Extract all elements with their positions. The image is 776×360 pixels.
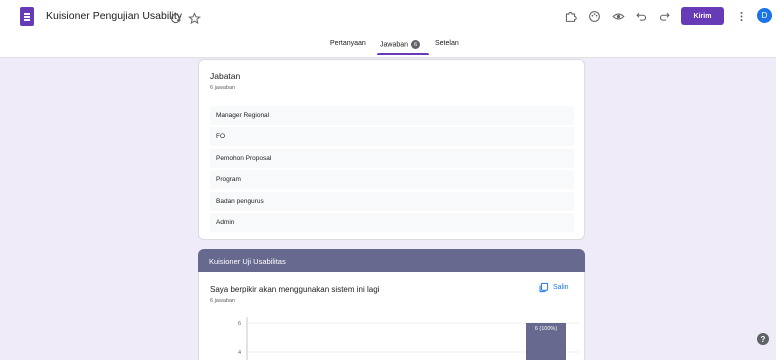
- palette-icon[interactable]: [586, 8, 602, 24]
- list-item: Admin: [210, 213, 574, 232]
- more-options-icon[interactable]: [733, 8, 749, 24]
- redo-icon[interactable]: [656, 8, 672, 24]
- send-button[interactable]: Kirim: [681, 7, 724, 25]
- question-chart-card: Saya berpikir akan menggunakan sistem in…: [198, 272, 585, 360]
- list-item: Badan pengurus: [210, 192, 574, 211]
- list-item: Pemohon Proposal: [210, 149, 574, 168]
- list-item: FO: [210, 127, 574, 146]
- y-tick-label: 4: [238, 350, 241, 356]
- tab-responses[interactable]: Jawaban 6: [380, 40, 421, 49]
- question-title: Jabatan: [210, 71, 241, 81]
- add-ons-icon[interactable]: [562, 8, 578, 24]
- document-title[interactable]: Kuisioner Pengujian Usability: [46, 10, 182, 22]
- list-item: Program: [210, 170, 574, 189]
- bar-data-label: 6 (100%): [535, 326, 557, 332]
- y-tick-label: 6: [238, 321, 241, 327]
- avatar[interactable]: D: [757, 8, 772, 23]
- response-count: 6 jawaban: [210, 85, 236, 91]
- responses-count-badge: 6: [411, 40, 421, 49]
- question-summary-card: Jabatan 6 jawaban Manager Regional FO Pe…: [198, 59, 585, 240]
- preview-eye-icon[interactable]: [610, 8, 626, 24]
- top-bar: Kuisioner Pengujian Usability Kirim D Pe…: [0, 0, 776, 58]
- form-tabs: Pertanyaan Jawaban 6 Setelan: [0, 36, 776, 58]
- undo-icon[interactable]: [633, 8, 649, 24]
- list-item: Manager Regional: [210, 106, 574, 125]
- section-header: Kuisioner Uji Usabilitas: [198, 249, 585, 273]
- tab-settings[interactable]: Setelan: [435, 40, 459, 47]
- star-icon[interactable]: [186, 10, 202, 26]
- active-tab-indicator: [377, 53, 429, 55]
- move-to-folder-icon[interactable]: [168, 10, 184, 26]
- tab-questions[interactable]: Pertanyaan: [330, 40, 366, 47]
- tab-responses-label: Jawaban: [380, 41, 409, 49]
- forms-logo-icon[interactable]: [20, 7, 34, 26]
- help-icon[interactable]: ?: [757, 333, 769, 345]
- bar-chart: 4 6 6 (100%): [238, 317, 579, 360]
